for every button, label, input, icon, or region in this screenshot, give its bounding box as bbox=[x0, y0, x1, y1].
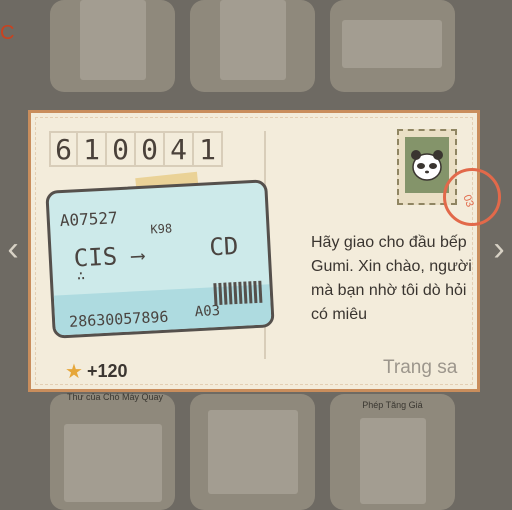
prev-arrow-icon[interactable]: ‹ bbox=[2, 232, 24, 266]
letter-card[interactable] bbox=[190, 394, 315, 510]
reward-amount: +120 bbox=[86, 361, 128, 381]
letter-card[interactable] bbox=[330, 0, 455, 92]
postcode-digit: 0 bbox=[136, 131, 165, 167]
ticket-gate: A03 bbox=[194, 302, 221, 321]
postcode-digit: 4 bbox=[165, 131, 194, 167]
card-caption: Thư của Chó Máy Quay bbox=[66, 392, 164, 402]
next-page-link[interactable]: Trang sa bbox=[383, 357, 457, 379]
ticket-flight: K98 bbox=[150, 221, 173, 237]
panda-stamp-icon bbox=[405, 137, 449, 193]
edge-text: C bbox=[0, 22, 15, 44]
letter-card[interactable] bbox=[190, 0, 315, 92]
postcard-message: Hãy giao cho đầu bếp Gumi. Xin chào, ngư… bbox=[311, 234, 472, 323]
barcode bbox=[213, 280, 263, 306]
postcode-digit: 6 bbox=[49, 131, 78, 167]
ticket-code: A07527 bbox=[59, 208, 119, 231]
postmark: 03 bbox=[443, 168, 501, 226]
reward: ★ +120 bbox=[65, 361, 127, 382]
boarding-ticket: A07527 K98 CIS ⟶ CD ∴ 28630057896 A03 bbox=[45, 179, 275, 339]
postcode-digit: 1 bbox=[78, 131, 107, 167]
postcode: 6 1 0 0 4 1 bbox=[49, 131, 223, 171]
postcard-modal: 6 1 0 0 4 1 03 A07527 K98 CIS ⟶ CD ∴ 286… bbox=[28, 110, 501, 392]
letter-card[interactable] bbox=[50, 0, 175, 92]
card-caption: Phép Tăng Giá bbox=[362, 400, 423, 410]
letter-card[interactable] bbox=[50, 394, 175, 510]
letter-card[interactable] bbox=[330, 394, 455, 510]
arrow-right-icon: ⟶ bbox=[131, 242, 145, 268]
star-icon: ★ bbox=[65, 360, 83, 383]
postcode-digit: 1 bbox=[194, 131, 223, 167]
postcode-digit: 0 bbox=[107, 131, 136, 167]
next-arrow-icon[interactable]: › bbox=[488, 232, 510, 266]
ticket-to: CD bbox=[208, 231, 240, 262]
